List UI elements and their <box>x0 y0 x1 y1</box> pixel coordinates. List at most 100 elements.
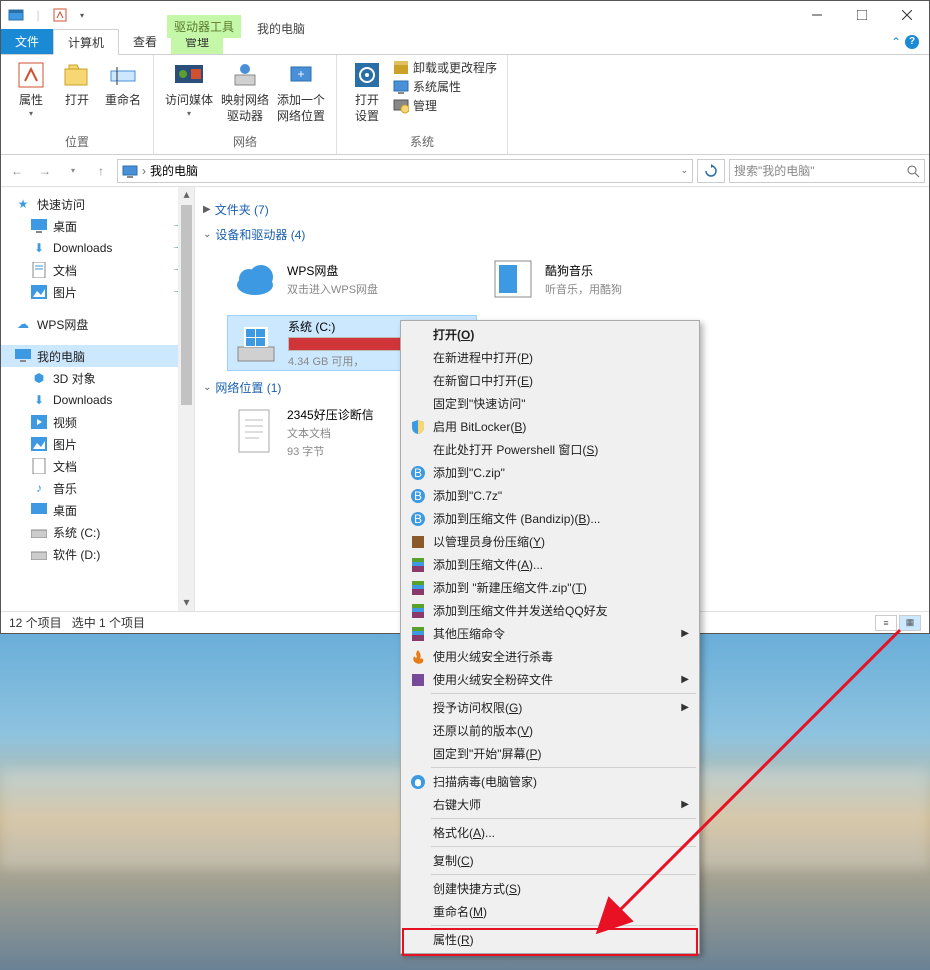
submenu-arrow-icon: ▶ <box>681 799 689 810</box>
computer-tab[interactable]: 计算机 <box>53 29 119 55</box>
folders-section[interactable]: ▶文件夹 (7) <box>203 201 921 218</box>
sidebar-drive-d[interactable]: 软件 (D:) <box>1 543 194 565</box>
sidebar-quick-access[interactable]: ★快速访问 <box>1 193 194 215</box>
gear-small-icon <box>393 98 409 114</box>
up-button[interactable]: ↑ <box>89 159 113 183</box>
menu-item[interactable]: 固定到"开始"屏幕(P) <box>403 742 697 765</box>
sidebar-music[interactable]: ♪音乐 <box>1 477 194 499</box>
sidebar-pictures[interactable]: 图片📌 <box>1 281 194 303</box>
scroll-down-icon[interactable]: ▾ <box>179 595 194 611</box>
search-box[interactable]: 搜索"我的电脑" <box>729 159 925 183</box>
menu-item[interactable]: B添加到"C.7z" <box>403 484 697 507</box>
back-button[interactable]: ← <box>5 159 29 183</box>
sidebar-pictures2[interactable]: 图片 <box>1 433 194 455</box>
menu-item[interactable]: 创建快捷方式(S) <box>403 877 697 900</box>
menu-item[interactable]: B添加到压缩文件 (Bandizip)(B)... <box>403 507 697 530</box>
item-kugou[interactable]: 酷狗音乐听音乐，用酷狗 <box>485 251 735 307</box>
menu-item[interactable]: 添加到压缩文件并发送给QQ好友 <box>403 599 697 622</box>
menu-item[interactable]: 打开(O) <box>403 323 697 346</box>
sidebar-this-pc[interactable]: 我的电脑 <box>1 345 194 367</box>
view-tab[interactable]: 查看 <box>119 29 171 54</box>
scroll-up-icon[interactable]: ▴ <box>179 187 194 203</box>
menu-item[interactable]: 使用火绒安全进行杀毒 <box>403 645 697 668</box>
menu-item[interactable]: 启用 BitLocker(B) <box>403 415 697 438</box>
breadcrumb[interactable]: 我的电脑 <box>150 162 198 179</box>
drive-icon <box>31 524 47 540</box>
menu-item[interactable]: 其他压缩命令▶ <box>403 622 697 645</box>
menu-item[interactable]: 还原以前的版本(V) <box>403 719 697 742</box>
menu-item[interactable]: 在新进程中打开(P) <box>403 346 697 369</box>
menu-separator <box>431 846 696 847</box>
icons-view-button[interactable]: ▦ <box>899 615 921 631</box>
menu-item[interactable]: 重命名(M) <box>403 900 697 923</box>
menu-item[interactable]: 添加到压缩文件(A)... <box>403 553 697 576</box>
add-network-location-button[interactable]: +添加一个网络位置 <box>276 59 326 124</box>
file-tab[interactable]: 文件 <box>1 29 53 54</box>
menu-item[interactable]: B添加到"C.zip" <box>403 461 697 484</box>
monitor-icon <box>393 79 409 95</box>
access-media-button[interactable]: 访问媒体▾ <box>164 59 214 119</box>
recent-dropdown[interactable]: ▾ <box>61 159 85 183</box>
help-icon[interactable]: ? <box>905 35 919 49</box>
devices-section[interactable]: ⌄设备和驱动器 (4) <box>203 226 921 243</box>
maximize-button[interactable] <box>839 1 884 29</box>
menu-item[interactable]: 固定到"快速访问" <box>403 392 697 415</box>
picture-icon <box>31 284 47 300</box>
sidebar-wps[interactable]: ☁WPS网盘 <box>1 313 194 335</box>
sidebar-downloads2[interactable]: ⬇Downloads <box>1 389 194 411</box>
blue-icon: B <box>409 510 427 528</box>
rename-button[interactable]: 重命名 <box>103 59 143 107</box>
svg-text:+: + <box>297 67 304 81</box>
menu-item[interactable]: 属性(R) <box>403 928 697 951</box>
system-properties-button[interactable]: 系统属性 <box>393 78 497 95</box>
sidebar-3d-objects[interactable]: ⬢3D 对象 <box>1 367 194 389</box>
qat-dropdown-icon[interactable]: ▾ <box>73 6 91 24</box>
menu-item[interactable]: 复制(C) <box>403 849 697 872</box>
details-view-button[interactable]: ≡ <box>875 615 897 631</box>
manage-button[interactable]: 管理 <box>393 97 497 114</box>
menu-item[interactable]: 格式化(A)... <box>403 821 697 844</box>
forward-button[interactable]: → <box>33 159 57 183</box>
item-wps[interactable]: WPS网盘双击进入WPS网盘 <box>227 251 477 307</box>
menu-item[interactable]: 以管理员身份压缩(Y) <box>403 530 697 553</box>
chevron-down-icon: ⌄ <box>203 382 211 393</box>
refresh-button[interactable] <box>697 159 725 183</box>
cube-icon: ⬢ <box>31 370 47 386</box>
group-label-system: 系统 <box>347 133 497 150</box>
sidebar-scrollbar[interactable]: ▴▾ <box>178 187 194 611</box>
sidebar-drive-c[interactable]: 系统 (C:) <box>1 521 194 543</box>
submenu-arrow-icon: ▶ <box>681 628 689 639</box>
address-dropdown-icon[interactable]: ⌄ <box>680 165 688 176</box>
collapse-ribbon-icon[interactable]: ⌃ <box>891 35 901 49</box>
map-drive-button[interactable]: 映射网络驱动器 <box>220 59 270 124</box>
sidebar-downloads[interactable]: ⬇Downloads📌 <box>1 237 194 259</box>
qat-properties-icon[interactable] <box>51 6 69 24</box>
sidebar-desktop[interactable]: 桌面📌 <box>1 215 194 237</box>
sidebar-documents2[interactable]: 文档 <box>1 455 194 477</box>
menu-item[interactable]: 在此处打开 Powershell 窗口(S) <box>403 438 697 461</box>
brown-icon <box>409 533 427 551</box>
sidebar-desktop2[interactable]: 桌面 <box>1 499 194 521</box>
open-button[interactable]: 打开 <box>57 59 97 107</box>
menu-item[interactable]: 授予访问权限(G)▶ <box>403 696 697 719</box>
qq-icon <box>409 773 427 791</box>
menu-item[interactable]: 右键大师▶ <box>403 793 697 816</box>
sidebar-documents[interactable]: 文档📌 <box>1 259 194 281</box>
menu-item[interactable]: 扫描病毒(电脑管家) <box>403 770 697 793</box>
quick-access-toolbar: | ▾ <box>1 6 97 24</box>
picture-icon <box>31 436 47 452</box>
menu-item[interactable]: 使用火绒安全粉碎文件▶ <box>403 668 697 691</box>
menu-item[interactable]: 添加到 "新建压缩文件.zip"(T) <box>403 576 697 599</box>
menu-item[interactable]: 在新窗口中打开(E) <box>403 369 697 392</box>
scrollbar-thumb[interactable] <box>181 205 192 405</box>
cloud-icon <box>231 255 279 303</box>
open-settings-button[interactable]: 打开设置 <box>347 59 387 124</box>
status-selection: 选中 1 个项目 <box>72 614 145 631</box>
address-bar[interactable]: › 我的电脑 ⌄ <box>117 159 693 183</box>
window-title: 我的电脑 <box>257 20 305 37</box>
uninstall-programs-button[interactable]: 卸载或更改程序 <box>393 59 497 76</box>
sidebar-videos[interactable]: 视频 <box>1 411 194 433</box>
properties-button[interactable]: 属性▾ <box>11 59 51 119</box>
minimize-button[interactable] <box>794 1 839 29</box>
close-button[interactable] <box>884 1 929 29</box>
